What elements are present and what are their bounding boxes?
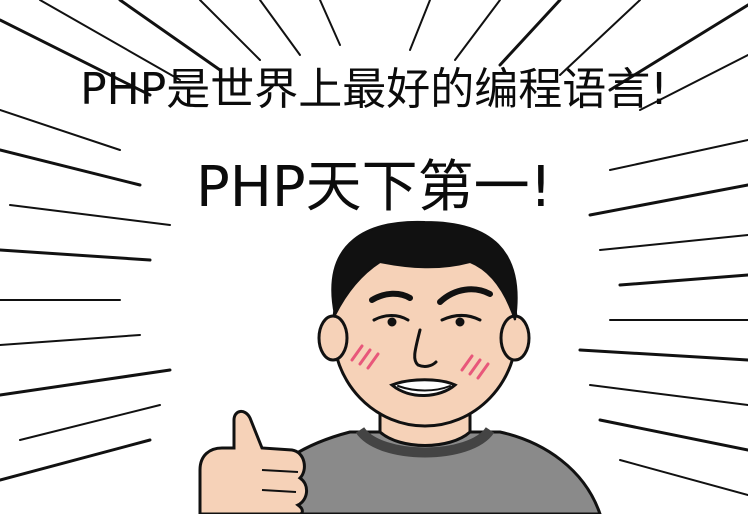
thumbs-up-hand [198, 410, 308, 514]
caption-line-2: PHP天下第一! [195, 155, 553, 220]
meme-image: PHP是世界上最好的编程语言! PHP天下第一! [0, 0, 748, 514]
caption-line-1: PHP是世界上最好的编程语言! [80, 64, 668, 115]
